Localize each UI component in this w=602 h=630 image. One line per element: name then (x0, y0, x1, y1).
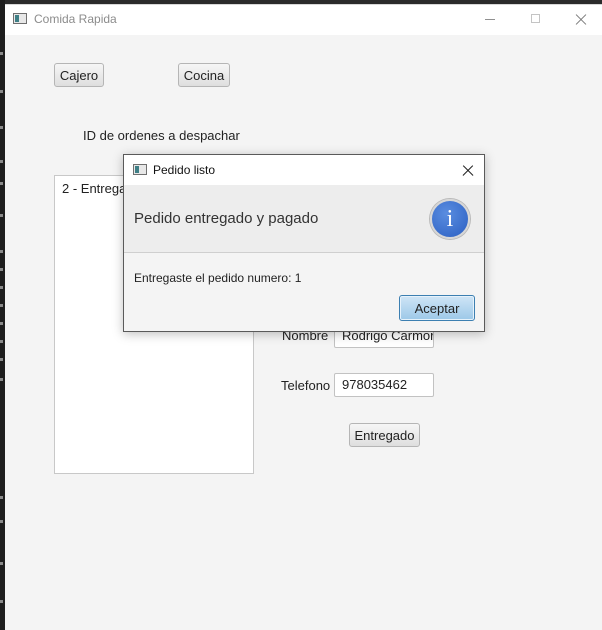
maximize-icon[interactable] (513, 5, 559, 35)
dialog-header: Pedido entregado y pagado i (124, 185, 484, 253)
minimize-icon[interactable] (467, 5, 513, 35)
pedido-listo-dialog: Pedido listo Pedido entregado y pagado i… (123, 154, 485, 332)
title-bar[interactable]: Comida Rapida (5, 5, 602, 35)
dialog-close-icon[interactable] (457, 159, 479, 181)
orders-label: ID de ordenes a despachar (83, 128, 240, 143)
entregado-button[interactable]: Entregado (349, 423, 420, 447)
cocina-button[interactable]: Cocina (178, 63, 230, 87)
dialog-header-text: Pedido entregado y pagado (134, 210, 319, 227)
telefono-field[interactable]: 978035462 (334, 373, 434, 397)
info-icon: i (430, 199, 470, 239)
cajero-button[interactable]: Cajero (54, 63, 104, 87)
dialog-title: Pedido listo (153, 163, 216, 177)
app-window-icon (13, 13, 27, 24)
telefono-label: Telefono (281, 378, 331, 393)
dialog-window-icon (133, 164, 147, 175)
dialog-content-text: Entregaste el pedido numero: 1 (134, 271, 302, 285)
dialog-title-bar[interactable]: Pedido listo (124, 155, 484, 185)
close-icon[interactable] (558, 5, 602, 35)
window-title: Comida Rapida (34, 12, 117, 26)
aceptar-button[interactable]: Aceptar (399, 295, 475, 321)
